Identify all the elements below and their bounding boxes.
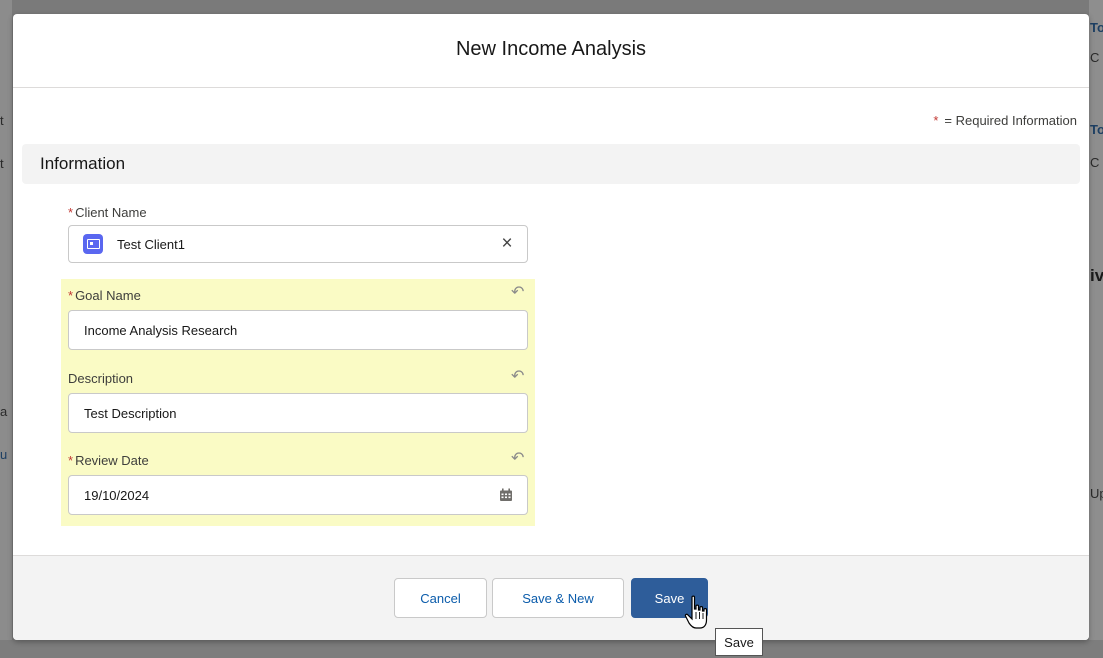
modal-title: New Income Analysis <box>455 38 647 60</box>
required-info-note: * = Required Information <box>933 113 1077 128</box>
calendar-icon[interactable] <box>499 488 513 502</box>
undo-icon[interactable]: ↶ <box>511 282 524 302</box>
description-label-text: Description <box>68 371 134 386</box>
background-text: C <box>1090 50 1100 65</box>
hand-pointer-cursor-icon <box>684 595 708 629</box>
client-name-lookup[interactable]: Test Client1 × <box>68 225 528 263</box>
description-label: Description <box>68 371 133 386</box>
review-date-label-text: Review Date <box>75 453 149 468</box>
background-text: Up <box>1090 486 1103 501</box>
cancel-button[interactable]: Cancel <box>394 578 487 618</box>
goal-name-value: Income Analysis Research <box>84 322 238 338</box>
background-page-right: To C To C iv Up <box>1089 0 1103 658</box>
background-text: To <box>1090 122 1103 137</box>
client-name-label: * Client Name <box>68 205 147 220</box>
background-text: iv <box>1090 266 1103 285</box>
required-star: * <box>68 453 74 468</box>
save-tooltip: Save <box>715 628 763 656</box>
undo-icon[interactable]: ↶ <box>511 366 524 386</box>
goal-name-label-text: Goal Name <box>75 288 141 303</box>
goal-name-label: * Goal Name <box>68 288 141 303</box>
modal-footer: Cancel Save & New Save <box>13 555 1089 640</box>
goal-name-input[interactable]: Income Analysis Research <box>68 310 528 350</box>
review-date-label: * Review Date <box>68 453 149 468</box>
review-date-value: 19/10/2024 <box>84 487 150 503</box>
contact-card-icon <box>83 234 103 254</box>
background-page-bottom <box>0 640 1103 658</box>
review-date-input[interactable]: 19/10/2024 <box>68 475 528 515</box>
description-value: Test Description <box>84 405 177 421</box>
section-title: Information <box>40 154 126 173</box>
background-text: t <box>0 113 4 128</box>
background-page-left: t t a u <box>0 0 12 658</box>
save-and-new-button[interactable]: Save & New <box>492 578 624 618</box>
section-header-information[interactable]: Information <box>22 144 1080 184</box>
client-name-value: Test Client1 <box>117 236 185 252</box>
required-star: * <box>933 113 939 128</box>
background-text: C <box>1090 155 1100 170</box>
background-text: To <box>1090 20 1103 35</box>
client-name-label-text: Client Name <box>75 205 147 220</box>
modal-header: New Income Analysis <box>13 14 1089 88</box>
background-text: u <box>0 447 8 462</box>
clear-selection-icon[interactable]: × <box>497 233 517 254</box>
new-income-analysis-modal: New Income Analysis * = Required Informat… <box>13 14 1089 640</box>
description-input[interactable]: Test Description <box>68 393 528 433</box>
required-info-text: = Required Information <box>944 113 1077 128</box>
undo-icon[interactable]: ↶ <box>511 448 524 468</box>
required-star: * <box>68 288 74 303</box>
background-text: a <box>0 404 8 419</box>
background-text: t <box>0 156 4 171</box>
required-star: * <box>68 205 74 220</box>
